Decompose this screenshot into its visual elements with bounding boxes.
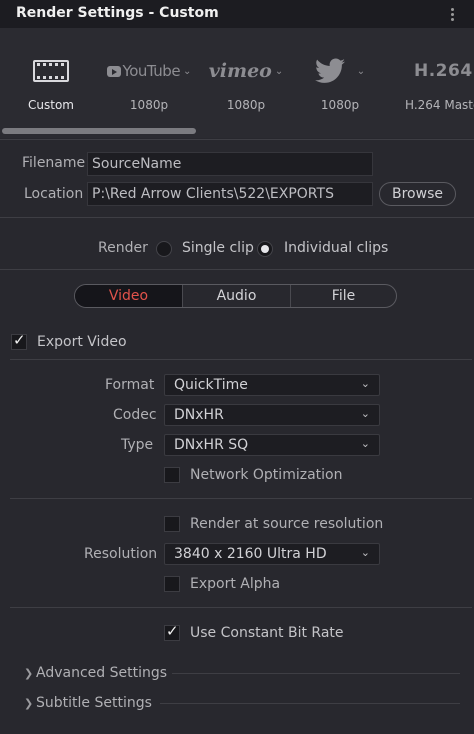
chevron-right-icon: ❯: [24, 667, 34, 680]
chevron-down-icon: ⌄: [360, 407, 370, 420]
chevron-down-icon: ⌄: [360, 546, 370, 559]
location-field[interactable]: P:\Red Arrow Clients\522\EXPORTS: [87, 182, 373, 206]
single-clip-radio[interactable]: [156, 241, 172, 257]
format-select[interactable]: QuickTime ⌄: [164, 374, 380, 396]
divider: [172, 673, 460, 674]
preset-vimeo[interactable]: vimeo ⌄ 1080p: [204, 56, 288, 136]
render-source-resolution-label: Render at source resolution: [190, 516, 384, 532]
single-clip-label[interactable]: Single clip: [182, 240, 254, 256]
render-source-resolution-checkbox[interactable]: [164, 516, 180, 532]
chevron-right-icon: ❯: [24, 697, 34, 710]
export-video-label: Export Video: [37, 334, 127, 350]
chevron-down-icon[interactable]: ⌄: [183, 66, 191, 77]
tab-audio[interactable]: Audio: [183, 285, 291, 307]
preset-custom[interactable]: Custom: [16, 56, 86, 136]
codec-select[interactable]: DNxHR ⌄: [164, 404, 380, 426]
individual-clips-radio[interactable]: [257, 241, 273, 257]
settings-tabs: Video Audio File: [74, 284, 397, 308]
preset-twitter[interactable]: ⌄ 1080p: [300, 56, 380, 136]
preset-scrollbar[interactable]: [2, 128, 196, 134]
resolution-label: Resolution: [84, 546, 158, 562]
constant-bitrate-checkbox[interactable]: [164, 622, 180, 641]
preset-label: Custom: [28, 98, 74, 112]
resolution-value: 3840 x 2160 Ultra HD: [174, 546, 327, 562]
format-label: Format: [105, 377, 155, 393]
type-value: DNxHR SQ: [174, 437, 249, 453]
chevron-down-icon[interactable]: ⌄: [275, 66, 283, 77]
preset-label: 1080p: [226, 98, 266, 112]
youtube-logo-text: YouTube: [122, 62, 181, 80]
network-optimization-checkbox[interactable]: [164, 467, 180, 483]
advanced-settings-label: Advanced Settings: [36, 665, 168, 681]
preset-label: H.264 Maste: [405, 98, 474, 112]
location-label: Location: [24, 186, 84, 202]
divider: [0, 269, 474, 270]
filename-label: Filename: [22, 155, 86, 171]
tab-video[interactable]: Video: [75, 285, 183, 307]
tab-file[interactable]: File: [291, 285, 396, 307]
divider: [10, 607, 472, 608]
subtitle-settings-label: Subtitle Settings: [36, 695, 152, 711]
export-video-checkbox[interactable]: [11, 331, 27, 350]
more-options-icon[interactable]: [443, 6, 461, 24]
divider: [0, 139, 474, 140]
divider: [0, 217, 474, 218]
film-strip-icon: [33, 60, 69, 82]
advanced-settings-section[interactable]: ❯ Advanced Settings: [24, 665, 167, 681]
vimeo-logo-icon: vimeo: [208, 60, 272, 82]
window-title: Render Settings - Custom: [16, 5, 219, 21]
divider: [160, 703, 460, 704]
individual-clips-label[interactable]: Individual clips: [284, 240, 388, 256]
chevron-down-icon: ⌄: [360, 377, 370, 390]
divider: [10, 359, 472, 360]
title-bar: Render Settings - Custom: [0, 0, 474, 29]
export-alpha-checkbox[interactable]: [164, 576, 180, 592]
chevron-down-icon[interactable]: ⌄: [357, 66, 365, 77]
twitter-bird-icon: [314, 58, 345, 83]
format-value: QuickTime: [174, 377, 248, 393]
preset-label: 1080p: [129, 98, 169, 112]
render-label: Render: [98, 240, 148, 256]
network-optimization-label: Network Optimization: [190, 467, 343, 483]
subtitle-settings-section[interactable]: ❯ Subtitle Settings: [24, 695, 152, 711]
youtube-logo-icon: [106, 65, 121, 77]
export-alpha-label: Export Alpha: [190, 576, 281, 592]
preset-youtube[interactable]: YouTube ⌄ 1080p: [104, 56, 194, 136]
type-label: Type: [121, 437, 154, 453]
preset-label: 1080p: [320, 98, 360, 112]
filename-field[interactable]: SourceName: [87, 152, 373, 176]
resolution-select[interactable]: 3840 x 2160 Ultra HD ⌄: [164, 543, 380, 565]
chevron-down-icon: ⌄: [360, 437, 370, 450]
h264-logo-icon: H.264: [414, 61, 473, 81]
preset-h264[interactable]: H.264 H.264 Maste: [400, 56, 474, 136]
type-select[interactable]: DNxHR SQ ⌄: [164, 434, 380, 456]
codec-label: Codec: [113, 407, 157, 423]
browse-button[interactable]: Browse: [379, 182, 456, 206]
preset-strip: Custom YouTube ⌄ 1080p vimeo ⌄ 1080p ⌄ 1…: [0, 28, 474, 138]
codec-value: DNxHR: [174, 407, 224, 423]
divider: [10, 498, 472, 499]
constant-bitrate-label: Use Constant Bit Rate: [190, 625, 344, 641]
